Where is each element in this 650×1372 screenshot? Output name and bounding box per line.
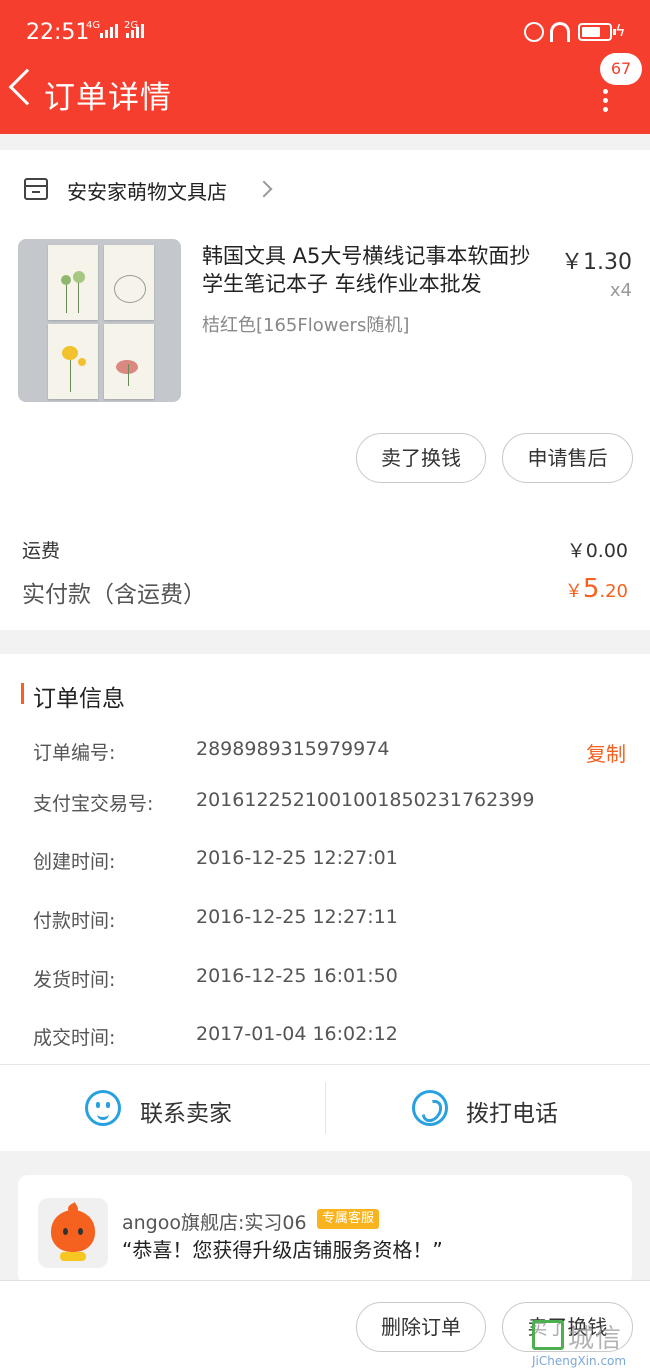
notebook-cover-1 <box>48 245 98 320</box>
created-time: 2016-12-25 12:27:01 <box>196 847 398 869</box>
after-sale-button[interactable]: 申请售后 <box>502 433 633 483</box>
total-amount: ￥5.20 <box>565 574 628 604</box>
info-label: 订单编号: <box>33 742 116 764</box>
watermark-logo-icon <box>532 1320 564 1350</box>
chat-smile-icon[interactable] <box>85 1090 121 1126</box>
contact-seller-button[interactable]: 联系卖家 <box>140 1094 232 1128</box>
app-header: 22:51 4G 2G ϟ 订单详情 67 <box>0 0 650 134</box>
info-label: 成交时间: <box>33 1027 116 1049</box>
alipay-trade-number: 2016122521001001850231762399 <box>196 789 535 811</box>
sell-button[interactable]: 卖了换钱 <box>356 433 486 483</box>
product-thumbnail[interactable] <box>18 239 181 402</box>
charging-icon: ϟ <box>615 21 626 40</box>
shop-icon <box>24 178 48 200</box>
call-button[interactable]: 拨打电话 <box>466 1094 558 1128</box>
divider <box>0 1064 650 1065</box>
message-count-badge[interactable]: 67 <box>600 53 642 85</box>
section-title: 订单信息 <box>33 686 125 712</box>
battery-icon <box>578 23 616 41</box>
agent-tag-badge: 专属客服 <box>317 1209 380 1229</box>
signal-icon <box>100 24 118 38</box>
headset-icon <box>550 22 570 42</box>
info-label: 支付宝交易号: <box>33 793 154 815</box>
order-number: 2898989315979974 <box>196 738 390 760</box>
page-title: 订单详情 <box>44 80 172 116</box>
divider <box>325 1082 326 1134</box>
notebook-cover-2 <box>104 245 154 320</box>
watermark: 城信 JiChengXin.com <box>532 1318 648 1370</box>
product-quantity: x4 <box>609 280 632 301</box>
product-title[interactable]: 韩国文具 A5大号横线记事本软面抄 学生笔记本子 车线作业本批发 <box>202 242 547 298</box>
copy-button[interactable]: 复制 <box>586 738 626 767</box>
avatar <box>38 1198 108 1268</box>
signal-icon-2 <box>126 24 144 38</box>
product-variant: 桔红色[165Flowers随机] <box>202 315 410 336</box>
lock-rotation-icon <box>524 22 544 42</box>
watermark-text: 城信 <box>568 1324 623 1354</box>
notebook-cover-3 <box>48 324 98 399</box>
delete-order-button[interactable]: 删除订单 <box>356 1302 486 1352</box>
more-menu-icon[interactable] <box>603 89 609 116</box>
status-time: 22:51 <box>26 20 90 45</box>
chat-message: “恭喜！您获得升级店铺服务资格！” <box>122 1238 443 1262</box>
order-info-card <box>0 654 650 1151</box>
shop-name[interactable]: 安安家萌物文具店 <box>67 176 227 205</box>
shipping-label: 运费 <box>22 540 61 562</box>
total-amount-decimal: .20 <box>599 581 628 602</box>
back-icon[interactable] <box>8 68 46 106</box>
shipped-time: 2016-12-25 16:01:50 <box>196 965 398 987</box>
section-accent-bar <box>21 683 24 704</box>
watermark-url: JiChengXin.com <box>532 1354 627 1368</box>
total-amount-integer: 5 <box>582 574 600 604</box>
shipping-value: ￥0.00 <box>566 540 628 562</box>
product-price: ￥1.30 <box>561 250 632 275</box>
notebook-cover-4 <box>104 324 154 399</box>
service-chat-card[interactable] <box>18 1175 632 1285</box>
agent-name: angoo旗舰店:实习06 <box>122 1212 307 1234</box>
phone-icon[interactable] <box>412 1090 448 1126</box>
completed-time: 2017-01-04 16:02:12 <box>196 1023 398 1045</box>
currency-symbol: ￥ <box>564 581 583 602</box>
info-label: 付款时间: <box>33 910 116 932</box>
network-label-1: 4G <box>86 20 101 31</box>
info-label: 发货时间: <box>33 969 116 991</box>
total-label: 实付款（含运费） <box>22 582 206 608</box>
paid-time: 2016-12-25 12:27:11 <box>196 906 398 928</box>
info-label: 创建时间: <box>33 851 116 873</box>
